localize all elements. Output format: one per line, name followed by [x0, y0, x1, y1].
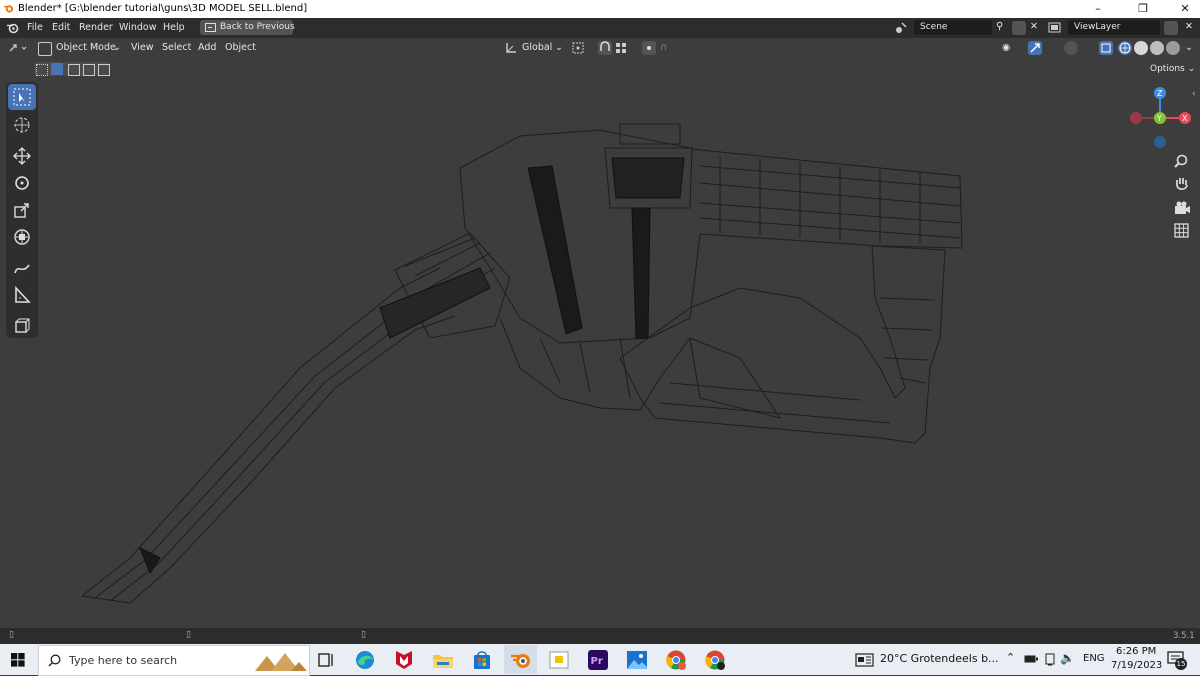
navigation-gizmo[interactable]: Z Y X — [1120, 82, 1200, 152]
svg-text:Pr: Pr — [591, 656, 603, 667]
scene-field[interactable]: Scene — [914, 20, 992, 35]
window-titlebar: Blender* [G:\blender tutorial\guns\3D MO… — [0, 0, 1200, 18]
device-icon[interactable] — [1044, 653, 1056, 666]
mouse-left-icon: ▯ — [9, 630, 14, 640]
delete-scene-icon[interactable]: ✕ — [1030, 21, 1038, 32]
language-indicator[interactable]: ENG — [1083, 653, 1105, 664]
delete-view-layer-icon[interactable]: ✕ — [1185, 21, 1193, 32]
back-to-previous-button[interactable]: Back to Previous — [200, 20, 295, 35]
menu-file[interactable]: File — [27, 22, 43, 33]
new-view-layer-icon[interactable] — [1164, 21, 1178, 35]
window-title: Blender* [G:\blender tutorial\guns\3D MO… — [18, 3, 308, 14]
back-button-label: Back to Previous — [220, 22, 295, 32]
search-placeholder: Type here to search — [69, 654, 178, 667]
chevron-up-icon[interactable]: ⌃ — [1006, 651, 1015, 664]
task-view-icon[interactable] — [314, 648, 338, 672]
perspective-grid-icon[interactable] — [1171, 220, 1193, 242]
mouse-right-icon: ▯ — [361, 630, 366, 640]
edge-browser-icon[interactable] — [353, 648, 377, 672]
file-explorer-icon[interactable] — [431, 648, 455, 672]
premiere-pro-icon[interactable]: Pr — [586, 648, 610, 672]
pan-hand-icon[interactable] — [1171, 173, 1193, 195]
sidebar-toggle-icon[interactable]: ‹ — [1192, 89, 1196, 99]
pin-icon[interactable]: ⚲ — [996, 21, 1003, 32]
view-layer-field[interactable]: ViewLayer — [1068, 20, 1160, 35]
sticky-app-icon[interactable] — [547, 648, 571, 672]
search-icon — [48, 654, 61, 667]
taskbar-search-box[interactable]: Type here to search — [38, 645, 310, 676]
gizmo-z-label: Z — [1157, 89, 1163, 98]
chrome-profile-icon[interactable] — [703, 648, 727, 672]
view-layer-icon[interactable] — [1048, 22, 1062, 34]
chrome-icon[interactable] — [664, 648, 688, 672]
menu-help[interactable]: Help — [163, 22, 185, 33]
scene-name: Scene — [920, 22, 948, 32]
notifications-icon[interactable]: 15 — [1167, 650, 1187, 670]
mcafee-icon[interactable] — [392, 648, 416, 672]
maximize-button[interactable]: ❐ — [1128, 1, 1158, 17]
camera-view-icon[interactable] — [1171, 197, 1193, 219]
screen-back-icon — [205, 23, 216, 32]
windows-taskbar: Type here to search Pr 20°C Grotendeels … — [0, 644, 1200, 676]
close-button[interactable]: ✕ — [1170, 1, 1200, 17]
search-highlight-pyramids-icon — [255, 653, 307, 671]
status-bar: ▯ ▯ ▯ 3.5.1 — [0, 628, 1200, 644]
blender-taskbar-icon[interactable] — [509, 648, 533, 672]
blender-version: 3.5.1 — [1173, 631, 1195, 641]
weather-text[interactable]: 20°C Grotendeels b... — [880, 652, 999, 665]
3d-viewport[interactable]: Object Mode ⌄ View Select Add Object Glo… — [0, 38, 1200, 628]
gizmo-x-label: X — [1182, 114, 1188, 123]
blender-menu-icon[interactable] — [6, 22, 19, 34]
wireframe-model — [81, 123, 963, 604]
volume-icon[interactable]: 🔈 — [1060, 651, 1075, 665]
photos-icon[interactable] — [625, 648, 649, 672]
top-menu-bar: File Edit Render Window Help Back to Pre… — [0, 18, 1200, 38]
menu-window[interactable]: Window — [119, 22, 156, 33]
scene-icon[interactable] — [894, 21, 908, 35]
zoom-icon[interactable] — [1171, 150, 1193, 172]
blender-logo-icon — [3, 5, 14, 13]
clock-time[interactable]: 6:26 PM — [1116, 646, 1156, 657]
notification-count-badge: 15 — [1175, 658, 1187, 670]
menu-render[interactable]: Render — [79, 22, 113, 33]
mouse-middle-icon: ▯ — [186, 630, 191, 640]
new-scene-icon[interactable] — [1012, 21, 1026, 35]
menu-edit[interactable]: Edit — [52, 22, 70, 33]
news-weather-icon[interactable] — [855, 653, 875, 667]
clock-date[interactable]: 7/19/2023 — [1111, 660, 1162, 671]
gizmo-y-label: Y — [1156, 114, 1162, 123]
view-layer-name: ViewLayer — [1074, 22, 1121, 32]
microsoft-store-icon[interactable] — [470, 648, 494, 672]
windows-start-icon[interactable] — [11, 653, 25, 667]
battery-icon[interactable] — [1024, 654, 1038, 664]
minimize-button[interactable]: – — [1083, 1, 1113, 17]
